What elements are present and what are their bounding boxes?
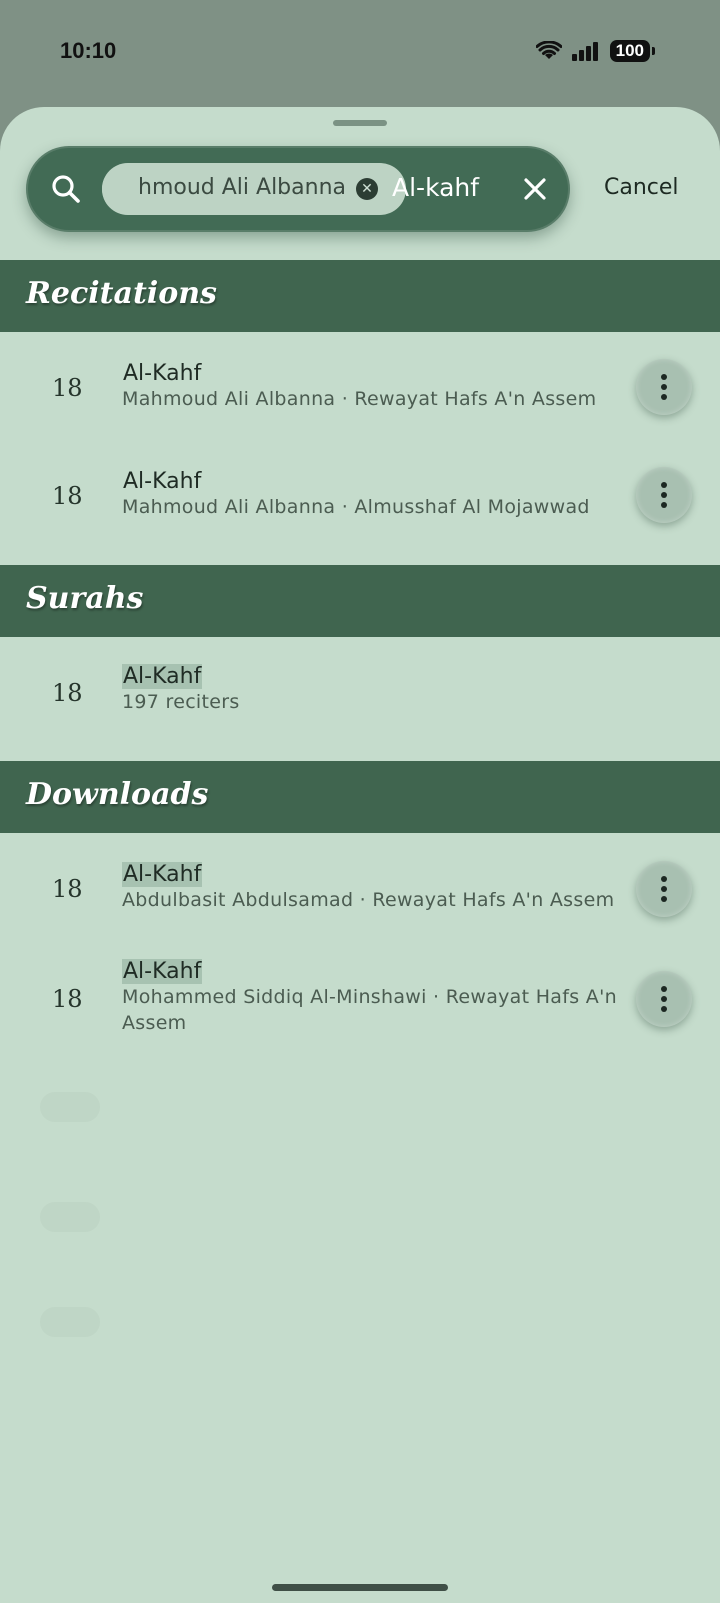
section-header-surahs: Surahs	[0, 565, 720, 637]
reciter-filter-token[interactable]: hmoud Ali Albanna ✕	[102, 163, 406, 215]
battery-icon: 100	[609, 40, 656, 62]
section-header-recitations: Recitations	[0, 260, 720, 332]
remove-token-icon[interactable]: ✕	[356, 178, 378, 200]
surah-title: Al-Kahf	[122, 862, 203, 887]
search-icon	[52, 175, 80, 203]
section-title: Recitations	[26, 276, 217, 311]
more-options-button[interactable]	[636, 359, 692, 415]
placeholder-shape	[40, 1202, 100, 1232]
section-header-downloads: Downloads	[0, 761, 720, 833]
surah-number: 18	[52, 374, 83, 402]
recitation-row[interactable]: 18 Al-Kahf Mahmoud Ali Albanna · Rewayat…	[0, 332, 720, 442]
cellular-signal-icon	[571, 42, 598, 61]
surah-title: Al-Kahf	[122, 664, 203, 689]
download-subtitle: Abdulbasit Abdulsamad · Rewayat Hafs A'n…	[122, 889, 615, 911]
more-options-button[interactable]	[636, 467, 692, 523]
reciter-token-label: hmoud Ali Albanna	[138, 175, 346, 200]
clear-search-icon[interactable]	[516, 170, 554, 208]
reciter-count: 197 reciters	[122, 691, 240, 713]
query-fade	[474, 166, 514, 212]
sheet-grabber[interactable]	[333, 120, 387, 126]
surah-title: Al-Kahf	[123, 469, 202, 494]
more-vertical-icon	[661, 876, 667, 906]
more-vertical-icon	[661, 482, 667, 512]
surah-row[interactable]: 18 Al-Kahf 197 reciters	[0, 637, 720, 757]
wifi-icon	[535, 41, 562, 59]
cancel-button[interactable]: Cancel	[604, 175, 679, 200]
status-bar: 10:10 100	[0, 0, 720, 105]
search-bar[interactable]: hmoud Ali Albanna ✕ Al-kahf	[26, 146, 570, 232]
more-options-button[interactable]	[636, 971, 692, 1027]
surah-number: 18	[52, 875, 83, 903]
surah-title: Al-Kahf	[122, 959, 203, 984]
search-sheet: hmoud Ali Albanna ✕ Al-kahf Cancel Recit…	[0, 107, 720, 1603]
home-indicator	[272, 1584, 448, 1591]
download-row[interactable]: 18 Al-Kahf Abdulbasit Abdulsamad · Reway…	[0, 833, 720, 933]
surah-number: 18	[52, 482, 83, 510]
status-time: 10:10	[60, 38, 117, 63]
recitation-subtitle: Mahmoud Ali Albanna · Almusshaf Al Mojaw…	[122, 496, 590, 518]
surah-title: Al-Kahf	[123, 361, 202, 386]
surah-number: 18	[52, 679, 83, 707]
download-subtitle: Mohammed Siddiq Al-Minshawi · Rewayat Ha…	[122, 986, 617, 1034]
recitation-subtitle: Mahmoud Ali Albanna · Rewayat Hafs A'n A…	[122, 388, 597, 410]
surah-number: 18	[52, 985, 83, 1013]
search-input[interactable]: Al-kahf	[392, 173, 479, 202]
placeholder-shape	[40, 1307, 100, 1337]
more-vertical-icon	[661, 986, 667, 1016]
recitation-row[interactable]: 18 Al-Kahf Mahmoud Ali Albanna · Almussh…	[0, 442, 720, 552]
section-title: Downloads	[26, 777, 209, 812]
download-row[interactable]: 18 Al-Kahf Mohammed Siddiq Al-Minshawi ·…	[0, 933, 720, 1063]
more-options-button[interactable]	[636, 861, 692, 917]
more-vertical-icon	[661, 374, 667, 404]
section-title: Surahs	[26, 581, 144, 616]
placeholder-shape	[40, 1092, 100, 1122]
status-icons: 100	[535, 40, 656, 62]
token-fade	[102, 163, 136, 215]
